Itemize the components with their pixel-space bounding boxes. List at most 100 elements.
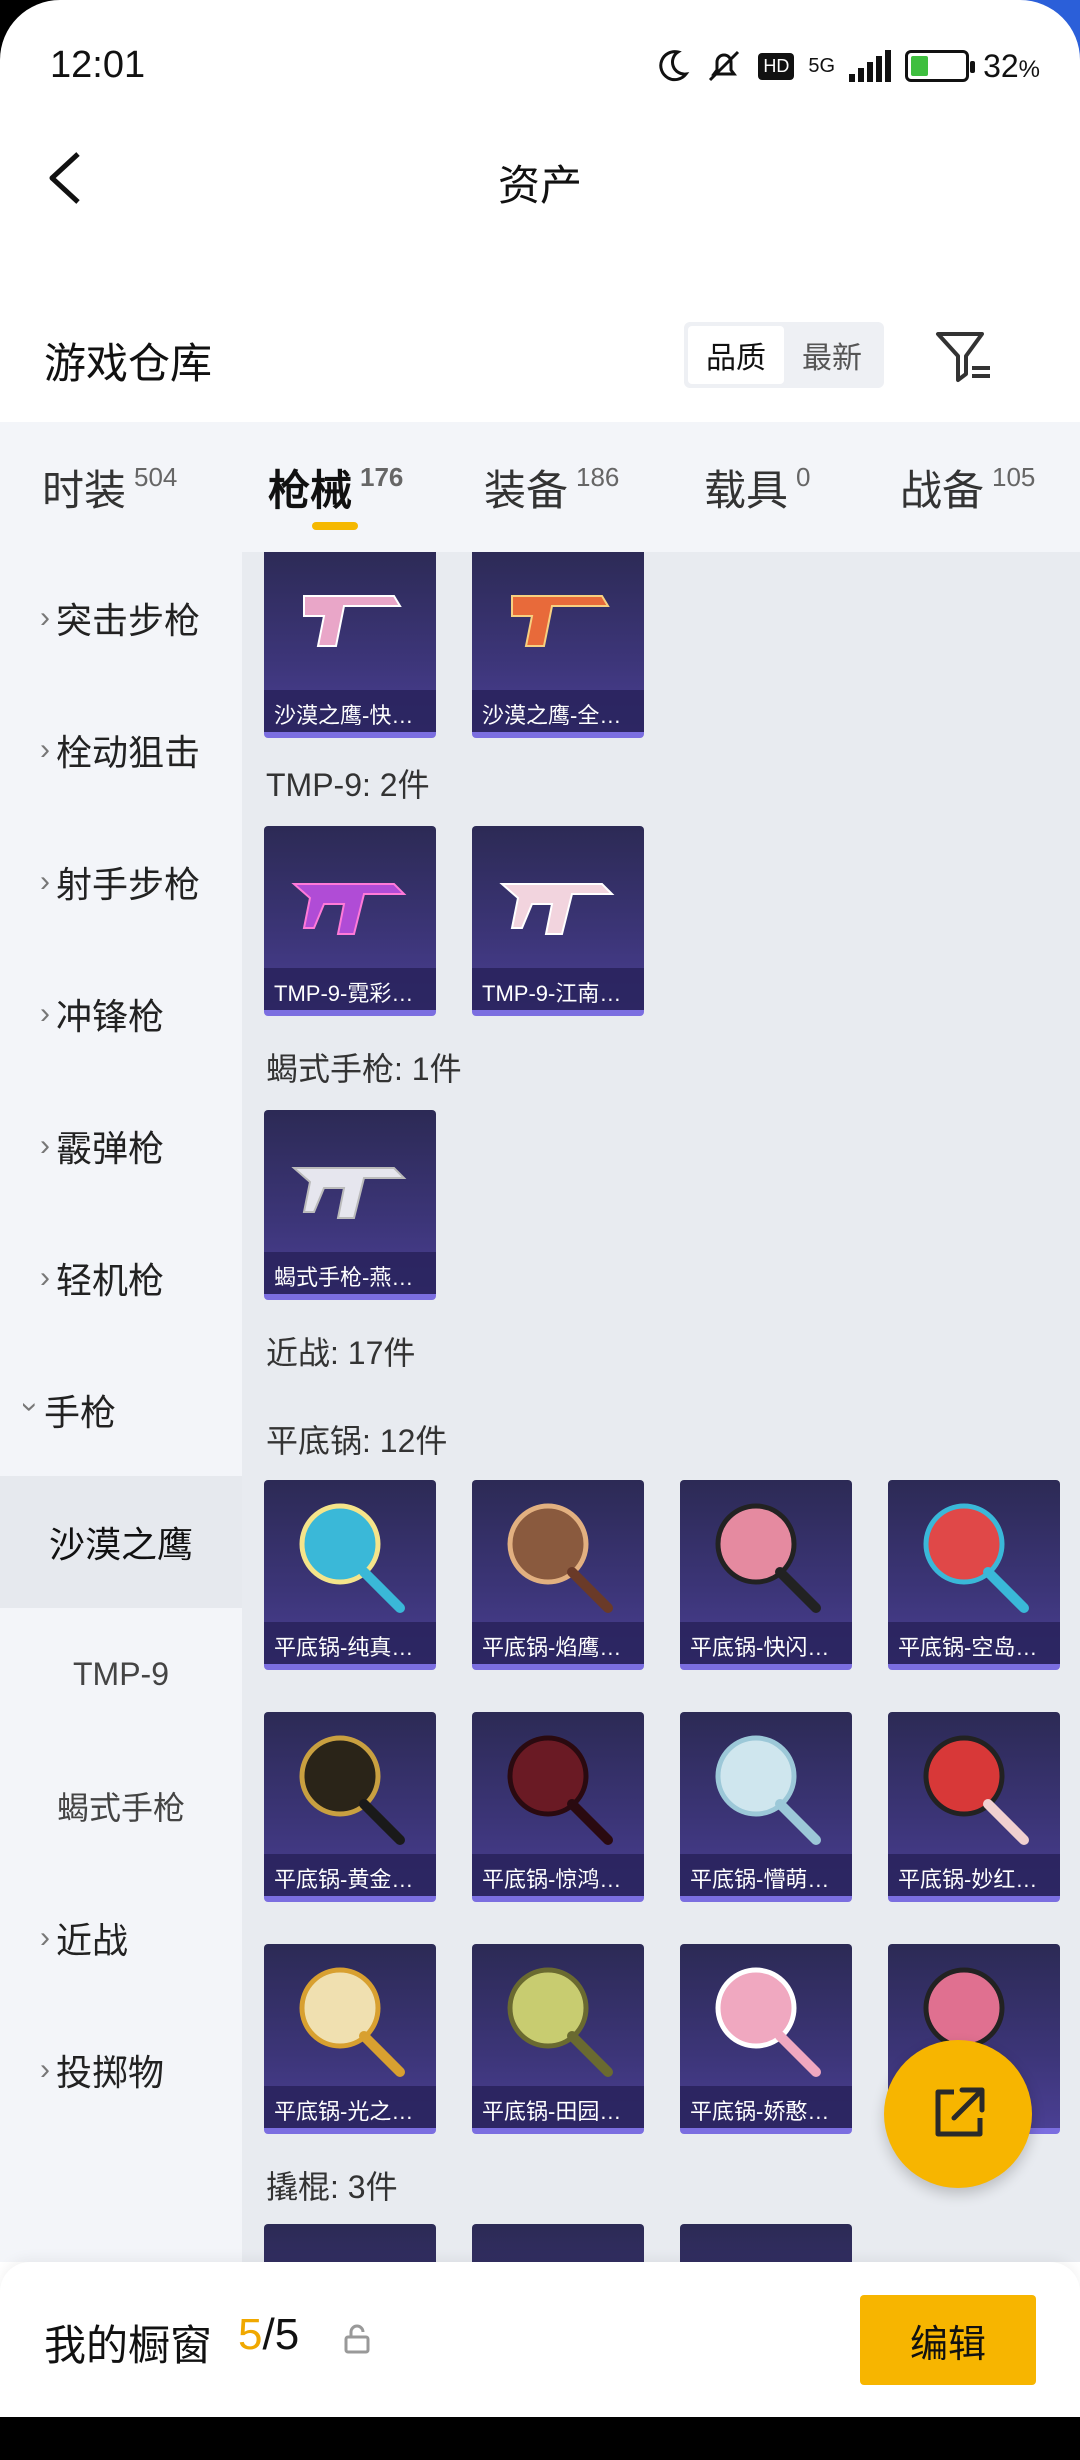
battery-level: 32% xyxy=(983,48,1040,85)
status-icons: HD 5G 32% xyxy=(654,44,1040,88)
smg-icon xyxy=(499,883,615,935)
sidebar-item-shotgun[interactable]: › 霰弹枪 xyxy=(0,1080,242,1212)
item-card[interactable]: 平底锅-快闪… xyxy=(680,1480,852,1670)
tab-count: 0 xyxy=(796,461,811,492)
sidebar-item-assault-rifle[interactable]: › 突击步枪 xyxy=(0,552,242,684)
tab-count: 186 xyxy=(576,461,620,492)
item-name: 沙漠之鹰-全… xyxy=(472,690,644,732)
item-name: 平底锅-黄金… xyxy=(264,1854,436,1896)
sort-latest[interactable]: 最新 xyxy=(784,326,880,384)
sort-quality[interactable]: 品质 xyxy=(688,326,784,384)
item-card[interactable]: 平底锅-娇憨… xyxy=(680,1944,852,2134)
page-header: 资产 xyxy=(0,130,1080,230)
sidebar-sub-scorpion[interactable]: 蝎式手枪 xyxy=(0,1740,242,1872)
item-card[interactable]: 蝎式手枪-燕… xyxy=(264,1110,436,1300)
sidebar-item-dmr[interactable]: › 射手步枪 xyxy=(0,816,242,948)
item-name: 沙漠之鹰-快… xyxy=(264,690,436,732)
item-card[interactable]: 平底锅-懵萌… xyxy=(680,1712,852,1902)
item-name: 平底锅-田园… xyxy=(472,2086,644,2128)
share-button[interactable] xyxy=(884,2040,1032,2188)
category-tabs: 时装 504 枪械 176 装备 186 载具 0 战备 105 xyxy=(0,422,1080,552)
item-name: 平底锅-惊鸿… xyxy=(472,1854,644,1896)
section-header: 撬棍: 3件 xyxy=(266,2169,398,2205)
app-screen: 12:01 HD 5G 32% 资产 游戏仓库 品质 最新 时装 504 枪械 17… xyxy=(0,0,1080,2460)
item-card[interactable]: 平底锅-光之… xyxy=(264,1944,436,2134)
battery-icon xyxy=(905,50,976,82)
tab-equipment[interactable]: 装备 186 xyxy=(484,422,619,552)
item-card[interactable]: TMP-9-霓彩… xyxy=(264,826,436,1016)
item-card[interactable]: 平底锅-焰鹰… xyxy=(472,1480,644,1670)
tab-supplies[interactable]: 战备 105 xyxy=(900,422,1035,552)
item-grid: 沙漠之鹰-快… 沙漠之鹰-全… TMP-9: 2件 TMP-9-霓彩… TMP-… xyxy=(242,552,1080,2262)
pan-icon xyxy=(923,1735,1029,1845)
pan-icon xyxy=(299,1967,405,2077)
item-card[interactable]: 平底锅-空岛… xyxy=(888,1480,1060,1670)
tab-label: 时装 xyxy=(42,466,127,514)
warehouse-header: 游戏仓库 品质 最新 xyxy=(0,300,1080,420)
showcase-count: 5/5 xyxy=(238,2310,299,2360)
chevron-right-icon: › xyxy=(40,1921,50,1954)
item-card[interactable]: 沙漠之鹰-快… xyxy=(264,552,436,738)
pan-icon xyxy=(923,1503,1029,1613)
clock: 12:01 xyxy=(50,44,146,86)
warehouse-title: 游戏仓库 xyxy=(44,340,213,387)
sidebar-item-label: 轻机枪 xyxy=(56,1260,165,1301)
chevron-right-icon: › xyxy=(40,997,50,1030)
showcase-bar: 我的橱窗 5/5 编辑 xyxy=(0,2262,1080,2417)
sidebar-sub-tmp9[interactable]: TMP-9 xyxy=(0,1608,242,1740)
pan-icon xyxy=(299,1503,405,1613)
item-name: 平底锅-纯真… xyxy=(264,1622,436,1664)
tab-guns[interactable]: 枪械 176 xyxy=(268,422,403,552)
item-name: TMP-9-霓彩… xyxy=(264,968,436,1010)
sidebar-item-bolt-sniper[interactable]: › 栓动狙击 xyxy=(0,684,242,816)
sidebar-item-lmg[interactable]: › 轻机枪 xyxy=(0,1212,242,1344)
tab-label: 载具 xyxy=(704,466,789,514)
section-header: 近战: 17件 xyxy=(266,1335,416,1371)
sidebar-item-smg[interactable]: › 冲锋枪 xyxy=(0,948,242,1080)
item-name: 平底锅-光之… xyxy=(264,2086,436,2128)
item-name: 平底锅-空岛… xyxy=(888,1622,1060,1664)
section-header: 平底锅: 12件 xyxy=(266,1423,448,1459)
edit-button[interactable]: 编辑 xyxy=(860,2295,1036,2385)
item-card[interactable]: 平底锅-惊鸿… xyxy=(472,1712,644,1902)
tab-label: 枪械 xyxy=(268,466,353,514)
chevron-right-icon: › xyxy=(40,2053,50,2086)
signal-icon xyxy=(849,50,892,82)
tab-vehicles[interactable]: 载具 0 xyxy=(704,422,810,552)
item-card[interactable]: 平底锅-黄金… xyxy=(264,1712,436,1902)
sidebar-item-melee[interactable]: › 近战 xyxy=(0,1872,242,2004)
chevron-right-icon: › xyxy=(40,1261,50,1294)
chevron-right-icon: › xyxy=(40,865,50,898)
sidebar-item-label: 手枪 xyxy=(44,1392,117,1433)
tab-fashion[interactable]: 时装 504 xyxy=(42,422,177,552)
sidebar-item-pistol[interactable]: › 手枪 xyxy=(0,1344,242,1476)
sidebar-item-label: 近战 xyxy=(56,1920,129,1961)
item-name: 蝎式手枪-燕… xyxy=(264,1252,436,1294)
item-card[interactable]: TMP-9-江南… xyxy=(472,826,644,1016)
tab-label: 装备 xyxy=(484,466,569,514)
item-card[interactable]: 平底锅-妙红… xyxy=(888,1712,1060,1902)
sidebar-item-label: 突击步枪 xyxy=(56,600,201,641)
sidebar-item-label: 冲锋枪 xyxy=(56,996,165,1037)
mute-icon xyxy=(709,50,740,82)
item-name: 平底锅-娇憨… xyxy=(680,2086,852,2128)
sidebar-sub-deagle[interactable]: 沙漠之鹰 xyxy=(0,1476,242,1608)
item-card[interactable]: 沙漠之鹰-全… xyxy=(472,552,644,738)
item-card[interactable]: 平底锅-田园… xyxy=(472,1944,644,2134)
filter-icon[interactable] xyxy=(932,324,996,388)
pan-icon xyxy=(507,1503,613,1613)
pistol-icon xyxy=(511,595,610,647)
chevron-right-icon: › xyxy=(40,601,50,634)
pan-icon xyxy=(507,1967,613,2077)
item-card[interactable] xyxy=(264,2224,436,2262)
sidebar-item-throwables[interactable]: › 投掷物 xyxy=(0,2004,242,2136)
item-name: 平底锅-快闪… xyxy=(680,1622,852,1664)
section-header: 蝎式手枪: 1件 xyxy=(266,1051,462,1087)
smg-icon xyxy=(291,1167,407,1219)
item-card[interactable] xyxy=(680,2224,852,2262)
item-card[interactable] xyxy=(472,2224,644,2262)
page-title: 资产 xyxy=(497,162,582,209)
sidebar-item-label: 投掷物 xyxy=(56,2052,165,2093)
item-card[interactable]: 平底锅-纯真… xyxy=(264,1480,436,1670)
smg-icon xyxy=(291,883,407,935)
